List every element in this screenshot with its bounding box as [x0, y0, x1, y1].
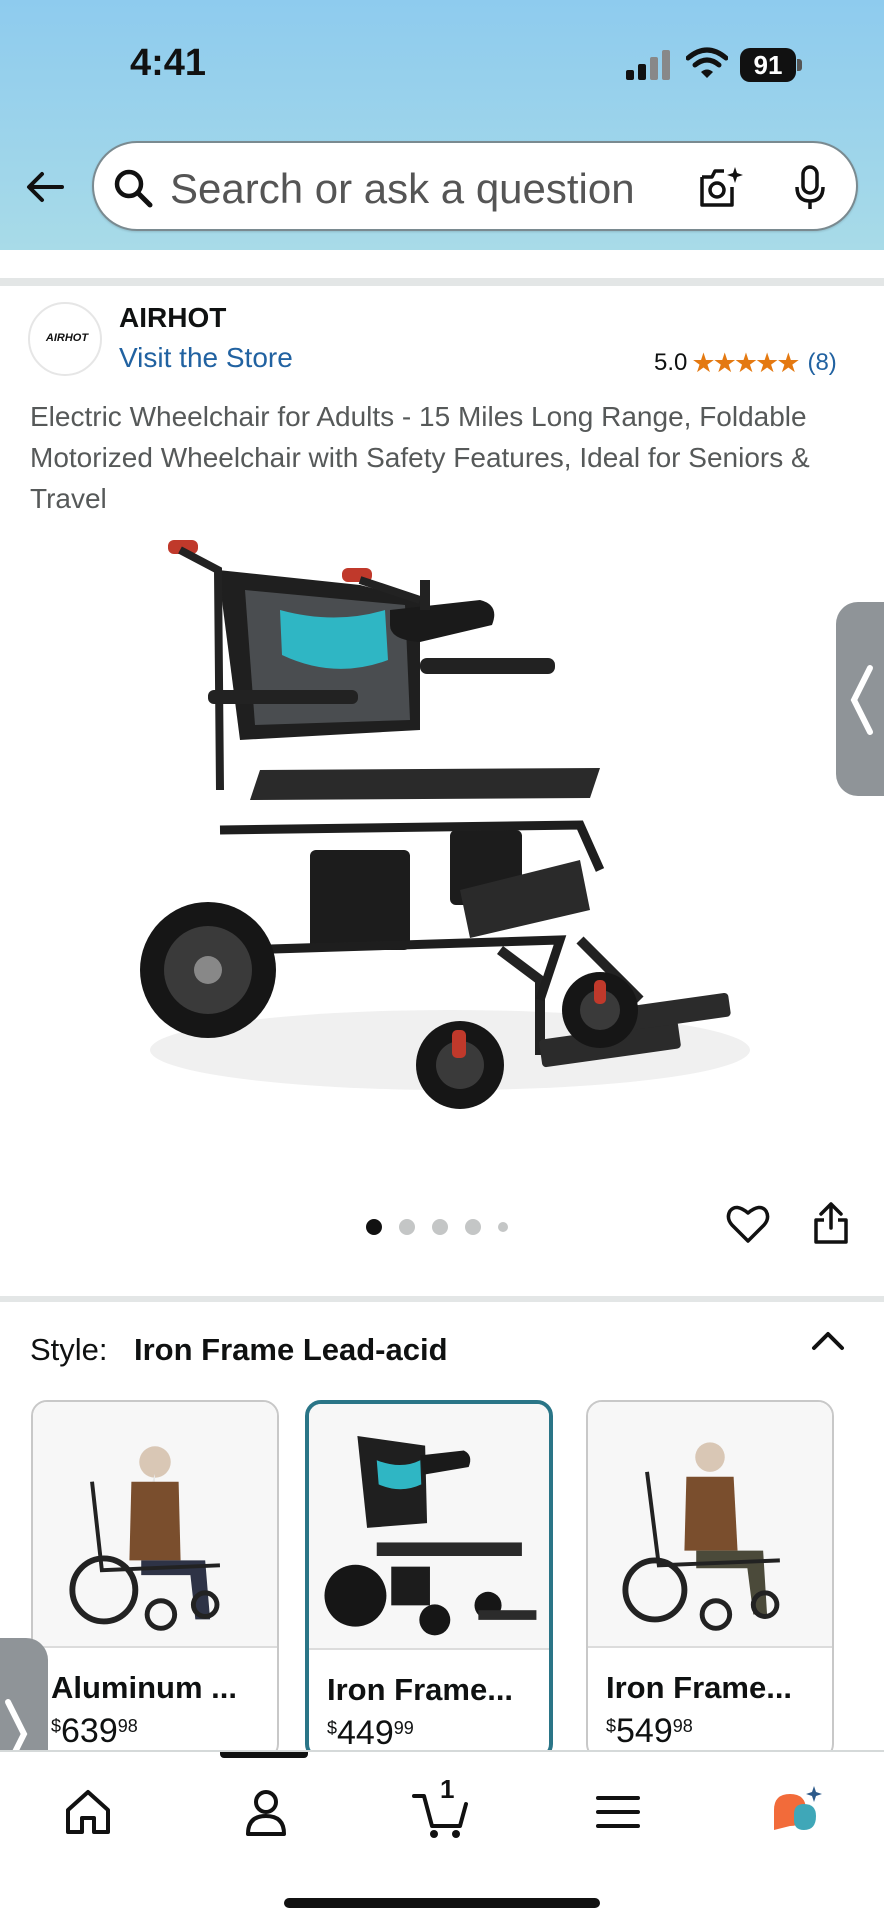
- carousel-dot[interactable]: [432, 1219, 448, 1235]
- product-image[interactable]: [120, 530, 760, 1130]
- search-input[interactable]: Search or ask a question: [92, 141, 858, 231]
- carousel-dot[interactable]: [366, 1219, 382, 1235]
- style-option-price: $63998: [51, 1712, 138, 1750]
- cellular-signal-icon: [626, 50, 670, 80]
- rufus-assistant-icon[interactable]: [766, 1782, 826, 1842]
- home-icon[interactable]: [58, 1782, 118, 1842]
- wifi-icon: [686, 47, 728, 78]
- battery-icon: 91: [740, 48, 802, 82]
- rating-value: 5.0: [654, 349, 688, 376]
- star-icon: ★: [691, 348, 715, 378]
- style-option-name: Aluminum ...: [51, 1670, 237, 1705]
- visit-store-link[interactable]: Visit the Store: [119, 342, 293, 374]
- carousel-dot[interactable]: [498, 1222, 508, 1232]
- rating-count-link[interactable]: (8): [807, 349, 836, 377]
- rating-summary[interactable]: 5.0 ★ ★ ★ ★ ★ (8): [654, 348, 837, 378]
- style-option-name: Iron Frame...: [606, 1670, 793, 1705]
- star-icon: ★: [776, 348, 800, 378]
- cart-count-badge: 1: [440, 1774, 455, 1804]
- microphone-icon[interactable]: [794, 165, 826, 211]
- star-icon: ★: [733, 348, 758, 378]
- expand-panel-handle[interactable]: [836, 602, 884, 796]
- chevron-left-icon: [850, 665, 873, 735]
- section-divider: [0, 278, 884, 286]
- swatch-image: [33, 1402, 277, 1648]
- status-bar: 4:41 91: [0, 0, 884, 120]
- product-title: Electric Wheelchair for Adults - 15 Mile…: [30, 401, 810, 514]
- status-time: 4:41: [130, 42, 207, 84]
- profile-icon[interactable]: [236, 1782, 296, 1842]
- style-label: Style:: [30, 1332, 108, 1367]
- back-arrow-icon[interactable]: [22, 164, 68, 210]
- star-icon: ★: [755, 348, 779, 378]
- swatch-image: [588, 1402, 832, 1648]
- share-icon[interactable]: [812, 1200, 850, 1246]
- home-gesture-bar[interactable]: [284, 1898, 600, 1908]
- star-icon: ★: [712, 348, 737, 378]
- style-selected-value: Iron Frame Lead-acid: [134, 1332, 448, 1367]
- search-placeholder: Search or ask a question: [170, 165, 635, 212]
- carousel-dot[interactable]: [465, 1219, 481, 1235]
- search-icon: [114, 169, 153, 208]
- style-option-price: $54998: [606, 1712, 693, 1750]
- swatch-image: [309, 1404, 549, 1650]
- battery-level: 91: [740, 48, 796, 82]
- section-divider: [0, 1296, 884, 1302]
- chevron-up-icon[interactable]: [810, 1326, 846, 1356]
- brand-logo-text: AIRHOT: [45, 332, 89, 344]
- menu-icon[interactable]: [588, 1782, 648, 1842]
- brand-name: AIRHOT: [119, 302, 227, 333]
- bottom-navigation: 1: [0, 1750, 884, 1920]
- carousel-dot[interactable]: [399, 1219, 415, 1235]
- app-header: 4:41 91 Search or ask a question: [0, 0, 884, 250]
- style-option-price: $44999: [327, 1714, 414, 1752]
- brand-logo[interactable]: AIRHOT: [28, 302, 102, 376]
- style-option-iron-lead-acid[interactable]: Iron Frame... $44999: [305, 1400, 553, 1760]
- style-option-name: Iron Frame...: [327, 1672, 514, 1707]
- style-option-iron-frame[interactable]: Iron Frame... $54998: [586, 1400, 834, 1760]
- heart-icon[interactable]: [726, 1202, 770, 1246]
- style-option-aluminum[interactable]: Aluminum ... $63998: [31, 1400, 279, 1760]
- active-tab-indicator: [220, 1752, 308, 1758]
- image-carousel-dots[interactable]: [366, 1218, 525, 1236]
- camera-lens-icon[interactable]: [698, 165, 744, 211]
